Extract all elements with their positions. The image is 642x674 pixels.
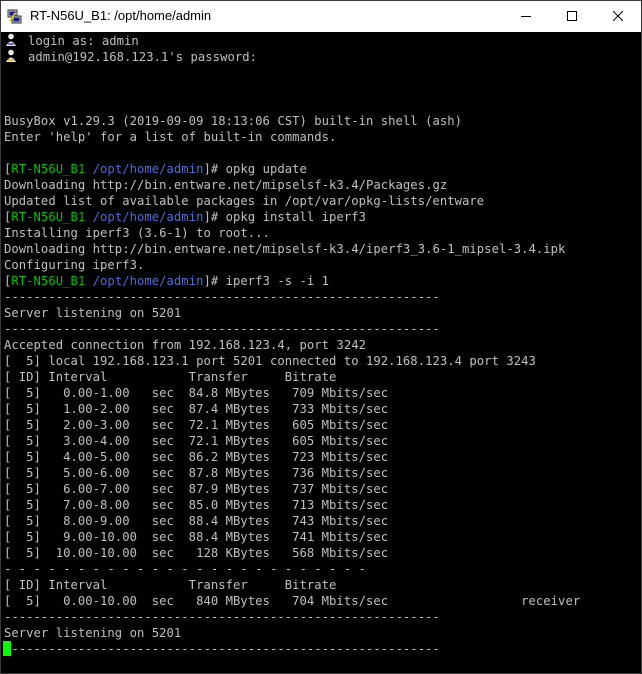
minimize-button[interactable] xyxy=(503,1,549,31)
interval-row: [ 5] 5.00-6.00 sec 87.8 MBytes 736 Mbits… xyxy=(4,466,389,480)
output-line: Server listening on 5201 xyxy=(4,306,182,320)
prompt-path: /opt/home/admin xyxy=(92,274,204,288)
summary-row: [ 5] 0.00-10.00 sec 840 MBytes 704 Mbits… xyxy=(4,594,581,608)
command-text: opkg install iperf3 xyxy=(218,210,366,224)
command-line: [RT-N56U_B1 /opt/home/admin]# opkg updat… xyxy=(4,161,580,177)
minimize-icon xyxy=(521,16,531,17)
interval-row: [ 5] 0.00-1.00 sec 84.8 MBytes 709 Mbits… xyxy=(4,386,389,400)
separator-line: ----------------------------------------… xyxy=(4,290,440,304)
maximize-button[interactable] xyxy=(549,1,595,31)
separator-line: ----------------------------------------… xyxy=(4,322,440,336)
interval-row: [ 5] 7.00-8.00 sec 85.0 MBytes 713 Mbits… xyxy=(4,498,389,512)
busybox-banner: BusyBox v1.29.3 (2019-09-09 18:13:06 CST… xyxy=(4,114,463,128)
help-hint: Enter 'help' for a list of built-in comm… xyxy=(4,130,337,144)
interval-row: [ 5] 8.00-9.00 sec 88.4 MBytes 743 Mbits… xyxy=(4,514,389,528)
prompt-host: RT-N56U_B1 xyxy=(11,274,86,288)
prompt-symbol: ]# xyxy=(203,210,219,224)
prompt-path: /opt/home/admin xyxy=(92,210,204,224)
table-header: [ ID] Interval Transfer Bitrate xyxy=(4,578,337,592)
output-line: Configuring iperf3. xyxy=(4,258,145,272)
prompt-symbol: ]# xyxy=(203,162,219,176)
maximize-icon xyxy=(567,11,577,21)
interval-row: [ 5] 2.00-3.00 sec 72.1 MBytes 605 Mbits… xyxy=(4,418,389,432)
login-prompt: login as: admin xyxy=(28,34,139,48)
close-button[interactable] xyxy=(595,1,641,31)
separator-line: ----------------------------------------… xyxy=(4,642,440,656)
login-user-icon xyxy=(6,33,16,46)
password-prompt: admin@192.168.123.1's password: xyxy=(28,50,258,64)
command-text: iperf3 -s -i 1 xyxy=(218,274,330,288)
output-line: Installing iperf3 (3.6-1) to root... xyxy=(4,226,270,240)
command-line: [RT-N56U_B1 /opt/home/admin]# iperf3 -s … xyxy=(4,273,580,289)
command-text: opkg update xyxy=(218,162,307,176)
command-line: [RT-N56U_B1 /opt/home/admin]# opkg insta… xyxy=(4,209,580,225)
output-line: Updated list of available packages in /o… xyxy=(4,194,485,208)
table-header: [ ID] Interval Transfer Bitrate xyxy=(4,370,337,384)
separator-line: ----------------------------------------… xyxy=(4,610,440,624)
terminal-line: admin@192.168.123.1's password: xyxy=(4,49,580,65)
interval-row: [ 5] 10.00-10.00 sec 128 KBytes 568 Mbit… xyxy=(4,546,389,560)
title-bar[interactable]: RT-N56U_B1: /opt/home/admin xyxy=(1,1,641,33)
output-line: Downloading http://bin.entware.net/mipse… xyxy=(4,178,448,192)
prompt-path: /opt/home/admin xyxy=(92,162,204,176)
terminal-screen[interactable]: login as: admin admin@192.168.123.1's pa… xyxy=(1,32,641,673)
terminal-output: login as: admin admin@192.168.123.1's pa… xyxy=(4,33,580,657)
interval-row: [ 5] 4.00-5.00 sec 86.2 MBytes 723 Mbits… xyxy=(4,450,389,464)
terminal-cursor xyxy=(3,641,11,656)
interval-row: [ 5] 6.00-7.00 sec 87.9 MBytes 737 Mbits… xyxy=(4,482,389,496)
dashed-separator: - - - - - - - - - - - - - - - - - - - - … xyxy=(4,562,366,576)
close-icon xyxy=(613,11,623,21)
interval-row: [ 5] 1.00-2.00 sec 87.4 MBytes 733 Mbits… xyxy=(4,402,389,416)
output-line: Accepted connection from 192.168.123.4, … xyxy=(4,338,366,352)
output-line: [ 5] local 192.168.123.1 port 5201 conne… xyxy=(4,354,536,368)
window-title: RT-N56U_B1: /opt/home/admin xyxy=(30,8,212,23)
prompt-host: RT-N56U_B1 xyxy=(11,162,86,176)
output-line: Server listening on 5201 xyxy=(4,626,182,640)
interval-row: [ 5] 3.00-4.00 sec 72.1 MBytes 605 Mbits… xyxy=(4,434,389,448)
password-key-icon xyxy=(6,49,16,62)
prompt-host: RT-N56U_B1 xyxy=(11,210,86,224)
putty-app-icon[interactable] xyxy=(7,9,22,24)
prompt-symbol: ]# xyxy=(203,274,219,288)
interval-row: [ 5] 9.00-10.00 sec 88.4 MBytes 741 Mbit… xyxy=(4,530,389,544)
terminal-line: login as: admin xyxy=(4,33,580,49)
putty-window: RT-N56U_B1: /opt/home/admin login as: ad… xyxy=(0,0,642,674)
output-line: Downloading http://bin.entware.net/mipse… xyxy=(4,242,566,256)
